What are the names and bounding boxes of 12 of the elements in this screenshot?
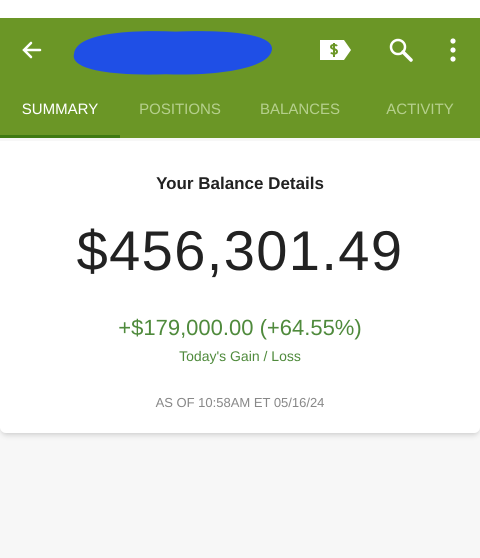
tab[interactable]: ACTIVITY bbox=[360, 82, 480, 138]
card-title: Your Balance Details bbox=[156, 173, 324, 195]
gain-label: Today's Gain / Loss bbox=[179, 346, 301, 366]
search-icon[interactable] bbox=[388, 37, 414, 63]
tab[interactable]: POSITIONS bbox=[120, 82, 240, 138]
timestamp: AS OF 10:58AM ET 05/16/24 bbox=[156, 394, 324, 412]
gain-amount: +$179,000.00 (+64.55%) bbox=[118, 314, 362, 342]
dollar-tag-icon[interactable] bbox=[320, 40, 352, 60]
tab[interactable]: SUMMARY bbox=[0, 82, 120, 138]
balance-amount: $456,301.49 bbox=[76, 218, 404, 284]
tab[interactable]: BALANCES bbox=[240, 82, 360, 138]
more-menu-icon[interactable] bbox=[450, 38, 456, 62]
